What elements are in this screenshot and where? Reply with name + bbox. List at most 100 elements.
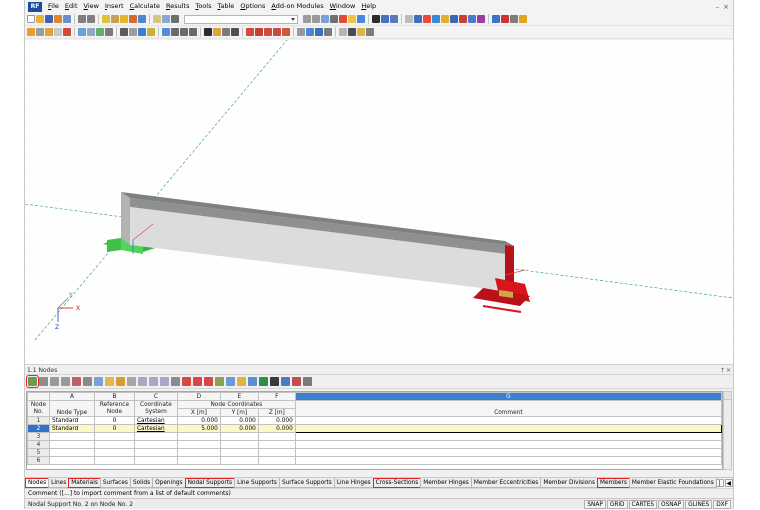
table-view-icon[interactable] [226, 377, 235, 386]
layer-icon[interactable] [357, 28, 365, 36]
table-row[interactable]: 5 [27, 448, 722, 457]
open-icon[interactable] [36, 15, 44, 23]
move-icon[interactable] [171, 28, 179, 36]
graphic-select-icon[interactable] [248, 377, 257, 386]
cell-x[interactable]: 5.000 [176, 424, 221, 433]
view-icon[interactable] [381, 15, 389, 23]
guide-line-icon[interactable] [324, 28, 332, 36]
coordinate-system-icon[interactable] [315, 28, 323, 36]
menu-view[interactable]: View [81, 0, 102, 13]
cell-y[interactable] [219, 448, 259, 457]
cell-z[interactable]: 0.000 [257, 416, 296, 425]
minimize-icon[interactable]: – [716, 3, 720, 11]
cell-y[interactable]: 0.000 [219, 416, 259, 425]
tab-member-divisions[interactable]: Member Divisions [540, 478, 599, 488]
grid-icon[interactable] [405, 15, 413, 23]
view-iso-icon[interactable] [390, 15, 398, 23]
scroll-up-icon[interactable] [724, 392, 731, 400]
cell-node-type[interactable] [48, 440, 95, 449]
cell-y[interactable] [219, 456, 259, 465]
move-row-icon[interactable] [204, 377, 213, 386]
cell-z[interactable] [257, 448, 296, 457]
cross-section-icon[interactable] [129, 28, 137, 36]
dimension-icon[interactable] [54, 28, 62, 36]
cell-x[interactable] [176, 456, 221, 465]
app-logo-icon[interactable]: RF [28, 1, 42, 12]
cell-x[interactable]: 0.000 [176, 416, 221, 425]
export-excel-icon[interactable] [259, 377, 268, 386]
solid-icon[interactable] [87, 28, 95, 36]
tab-line-hinges[interactable]: Line Hinges [333, 478, 374, 488]
load-case-icon[interactable] [246, 28, 254, 36]
tab-member-hinges[interactable]: Member Hinges [420, 478, 472, 488]
cell-z[interactable] [257, 456, 296, 465]
row-number[interactable]: 6 [27, 456, 50, 465]
osnap-toggle[interactable]: OSNAP [658, 499, 685, 509]
eccentricity-icon[interactable] [147, 28, 155, 36]
cell-coordinate-system[interactable] [133, 432, 178, 441]
line-load-icon[interactable] [282, 28, 290, 36]
member-type-icon[interactable] [120, 28, 128, 36]
column-letter-e[interactable]: E [219, 392, 259, 401]
extrude-icon[interactable] [231, 28, 239, 36]
previous-tab-icon[interactable]: ◀ [724, 479, 733, 487]
save-icon[interactable] [45, 15, 53, 23]
cell-comment[interactable] [294, 416, 722, 425]
support-icon[interactable] [96, 28, 104, 36]
coordinate-system-link[interactable]: Cartesian [137, 418, 165, 424]
render-icon[interactable] [423, 15, 431, 23]
cell-reference-node[interactable]: 0 [93, 416, 135, 425]
sort-icon[interactable] [61, 377, 70, 386]
section-icon[interactable] [468, 15, 476, 23]
tab-member-elastic-foundations[interactable]: Member Elastic Foundations [628, 478, 717, 488]
row-number[interactable]: 4 [27, 440, 50, 449]
panel-results-icon[interactable] [357, 15, 365, 23]
tab-openings[interactable]: Openings [152, 478, 186, 488]
smooth-icon[interactable] [348, 15, 356, 23]
row-number[interactable]: 2 [27, 424, 50, 433]
cell-comment[interactable] [294, 456, 722, 465]
cell-y[interactable] [219, 432, 259, 441]
coordinate-system-link[interactable]: Cartesian [137, 426, 165, 432]
copy-table-icon[interactable] [83, 377, 92, 386]
next-icon[interactable] [312, 15, 320, 23]
column-letter-b[interactable]: B [93, 392, 135, 401]
redo-icon[interactable] [87, 15, 95, 23]
zoom-icon[interactable] [111, 15, 119, 23]
cell-reference-node[interactable] [93, 448, 135, 457]
hide-icon[interactable] [459, 15, 467, 23]
rotate-icon[interactable] [180, 28, 188, 36]
surface-icon[interactable] [78, 28, 86, 36]
panel-icon[interactable] [162, 15, 170, 23]
cell-comment[interactable] [294, 432, 722, 441]
table-view-icon[interactable] [153, 15, 161, 23]
cell-node-type[interactable]: Standard [48, 424, 95, 433]
highlight-icon[interactable] [72, 377, 81, 386]
column-letter-g[interactable]: G [294, 392, 722, 401]
node-icon[interactable] [36, 28, 44, 36]
workplane-icon[interactable] [306, 28, 314, 36]
cell-reference-node[interactable]: 0 [93, 424, 135, 433]
edit-icon[interactable] [102, 15, 110, 23]
cell-y[interactable] [219, 440, 259, 449]
menu-tools[interactable]: Tools [192, 0, 214, 13]
cell-x[interactable] [176, 440, 221, 449]
print-table-icon[interactable] [270, 377, 279, 386]
tab-nodes[interactable]: Nodes [25, 478, 50, 488]
print-icon[interactable] [54, 15, 62, 23]
menu-file[interactable]: File [45, 0, 62, 13]
table-row[interactable]: 6 [27, 456, 722, 465]
cell-coordinate-system[interactable] [133, 456, 178, 465]
delete-row-icon[interactable] [171, 377, 180, 386]
columns-icon[interactable] [50, 377, 59, 386]
light-icon[interactable] [441, 15, 449, 23]
mirror-icon[interactable] [189, 28, 197, 36]
table-row[interactable]: 3 [27, 432, 722, 441]
settings-icon[interactable] [303, 377, 312, 386]
corner-cell[interactable] [27, 392, 50, 401]
menu-calculate[interactable]: Calculate [127, 0, 163, 13]
load-case-select[interactable] [184, 14, 298, 24]
column-letter-c[interactable]: C [133, 392, 178, 401]
insert-row-icon[interactable] [182, 377, 191, 386]
menu-table[interactable]: Table [214, 0, 237, 13]
